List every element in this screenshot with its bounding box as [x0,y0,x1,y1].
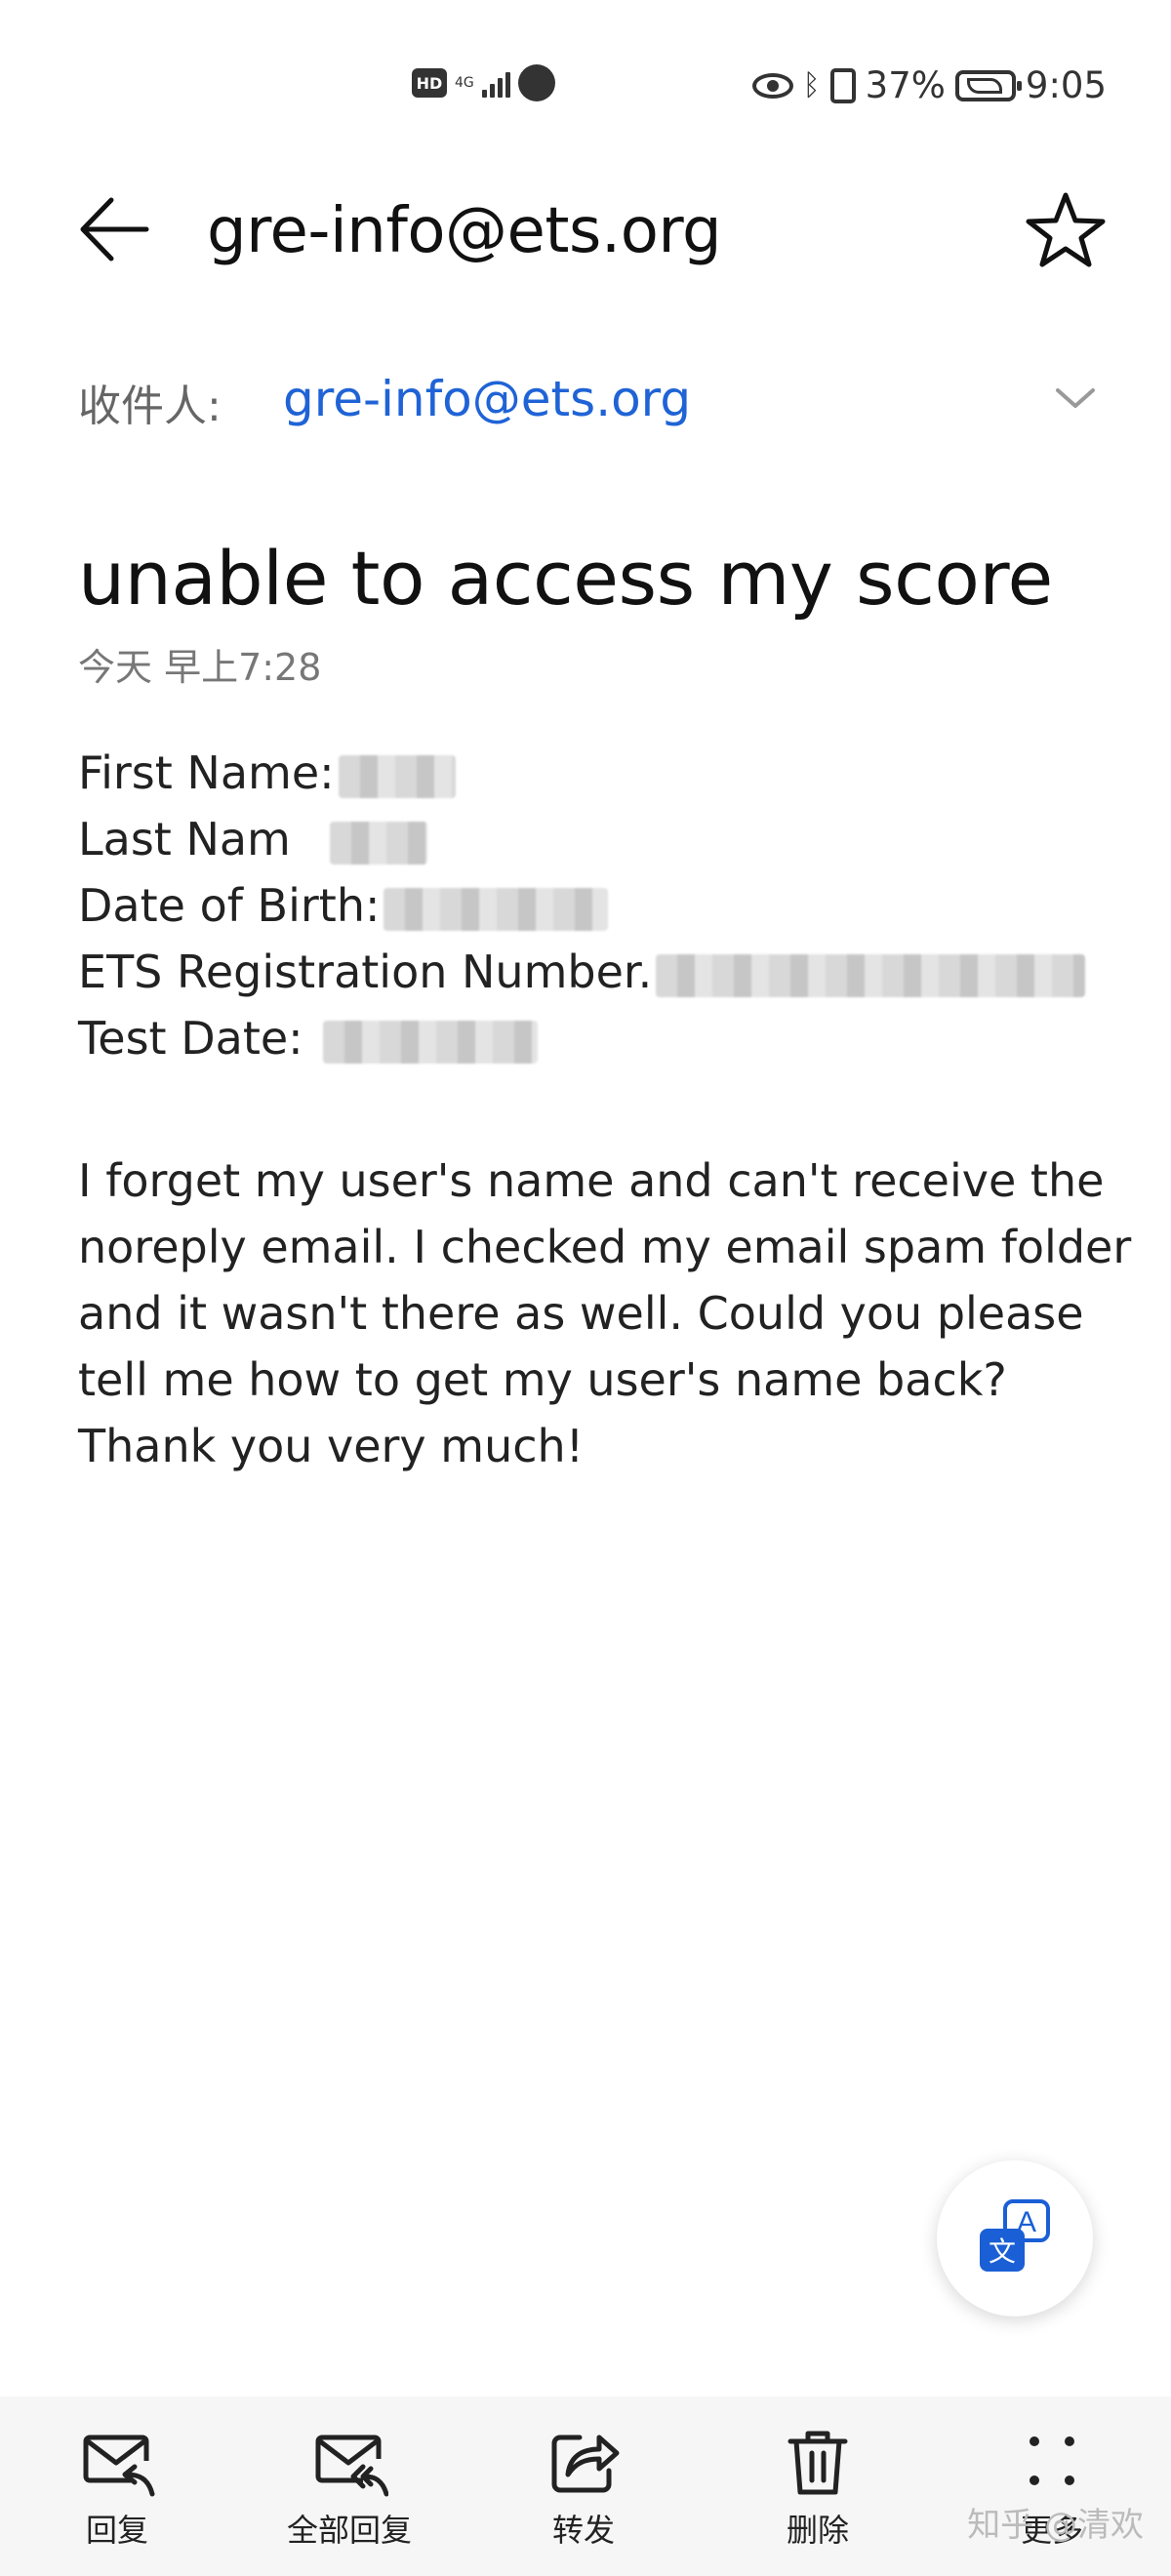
network-type: 4G [455,75,474,91]
field-first-name: First Name: [78,740,1112,806]
forward-icon [551,2435,620,2493]
translate-icon: A 文 [980,2199,1050,2272]
reply-mail-icon [83,2435,155,2497]
delete-button[interactable]: 删除 [720,2396,915,2576]
status-left-icons: HD 4G [412,64,555,101]
recipient-address[interactable]: gre-info@ets.org [283,371,691,427]
redacted-value [322,1020,538,1064]
battery-percent: 37% [865,64,946,106]
more-button[interactable]: 更多 [954,2396,1150,2576]
eye-comfort-icon [751,72,793,99]
vibrate-icon [829,67,856,103]
battery-saver-icon [954,69,1022,101]
body-line: Thank you very much! [78,1420,585,1472]
field-test-date: Test Date: [78,1005,1112,1071]
recipient-row: 收件人: gre-info@ets.org [0,361,1171,439]
field-ets-registration: ETS Registration Number. [78,939,1112,1005]
forward-button[interactable]: 转发 [486,2396,681,2576]
arrow-left-icon [80,197,149,262]
reply-label: 回复 [85,2512,148,2549]
body-line: tell me how to get my user's name back? [78,1353,1007,1406]
back-button[interactable] [68,176,166,283]
field-label: First Name: [78,746,335,799]
reply-all-button[interactable]: 全部回复 [252,2396,447,2576]
field-label: Last Nam [78,813,291,865]
body-line: noreply email. I checked my email spam f… [78,1221,1132,1273]
more-dots-icon [1030,2436,1074,2485]
field-label: ETS Registration Number. [78,946,653,998]
watermark: 知乎 @清欢 [967,2506,1144,2545]
field-last-name: Last Nam [78,806,1112,872]
star-outline-icon [1026,192,1106,267]
mail-body: I forget my user's name and can't receiv… [78,1147,1132,1479]
reply-button[interactable]: 回复 [20,2396,215,2576]
hd-icon: HD [412,68,447,98]
expand-details-button[interactable] [1038,369,1112,427]
star-button[interactable] [1019,183,1112,277]
mail-date: 今天 早上7:28 [78,646,322,689]
field-label: Test Date: [78,1012,303,1065]
body-line: I forget my user's name and can't receiv… [78,1154,1105,1207]
status-right-icons: ᛒ 37% 9:05 [751,64,1107,106]
mail-subject: unable to access my score [78,535,1053,622]
redacted-value [329,821,427,865]
redacted-value [338,754,456,798]
field-date-of-birth: Date of Birth: [78,872,1112,939]
personal-info-block: First Name: Last Nam Date of Birth: ETS … [78,740,1112,1071]
bluetooth-icon: ᛒ [802,68,821,102]
reply-all-mail-icon [315,2435,388,2497]
voice-assistant-icon [517,64,555,101]
reply-all-label: 全部回复 [286,2512,412,2549]
translate-glyph-wen: 文 [989,2235,1016,2268]
signal-icon [481,68,510,98]
mail-header: gre-info@ets.org [0,176,1171,283]
recipient-label: 收件人: [78,382,222,431]
status-bar: HD 4G ᛒ 37% 9:05 [0,0,1171,176]
chevron-down-icon [1056,388,1095,408]
trash-icon [787,2431,848,2495]
body-line: and it wasn't there as well. Could you p… [78,1287,1084,1340]
redacted-value [656,953,1086,997]
bottom-toolbar: 回复 全部回复 转发 删除 更多 [0,2396,1171,2576]
redacted-value [384,887,609,931]
forward-label: 转发 [551,2512,615,2549]
translate-button[interactable]: A 文 [937,2160,1093,2316]
clock: 9:05 [1025,64,1107,106]
sender-title: gre-info@ets.org [207,195,722,267]
delete-label: 删除 [786,2512,849,2549]
field-label: Date of Birth: [78,879,381,932]
